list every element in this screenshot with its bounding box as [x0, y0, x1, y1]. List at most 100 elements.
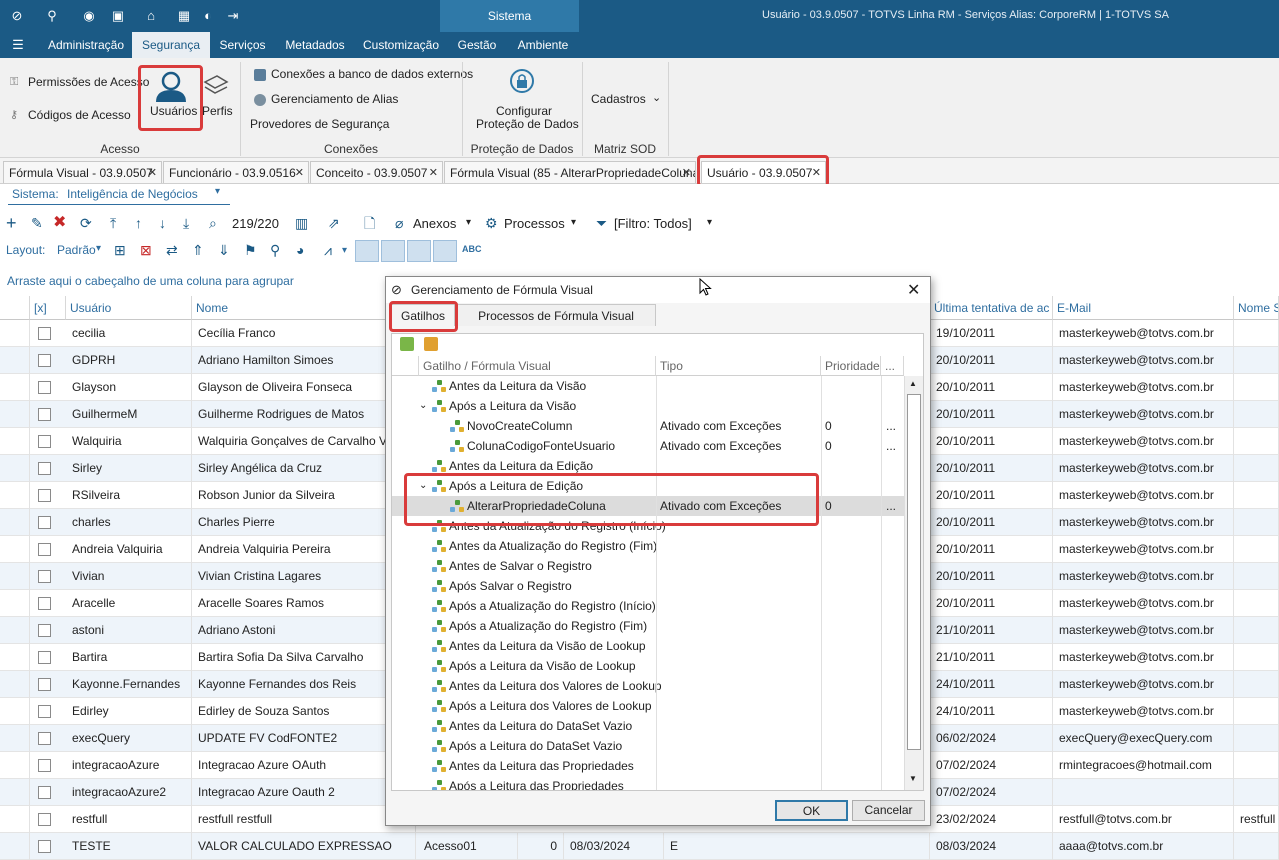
provedores-seguranca-button[interactable]: Provedores de Segurança	[250, 117, 389, 131]
more-column-header[interactable]: ...	[881, 356, 904, 376]
row-indicator[interactable]	[0, 536, 30, 563]
row-checkbox[interactable]	[38, 516, 51, 529]
menu-gestao[interactable]: Gestão	[449, 32, 505, 58]
row-checkbox[interactable]	[38, 840, 51, 853]
filtro-dropdown[interactable]: [Filtro: Todos]	[614, 216, 692, 231]
cancel-button[interactable]: Cancelar	[852, 800, 925, 821]
row-checkbox[interactable]	[38, 786, 51, 799]
prioridade-column-header[interactable]: Prioridade	[821, 356, 881, 376]
scroll-down-icon[interactable]: ▼	[909, 774, 917, 783]
nome-so-column-header[interactable]: Nome So	[1234, 296, 1279, 320]
more-options-button[interactable]: ...	[886, 436, 896, 456]
row-indicator[interactable]	[0, 401, 30, 428]
remove-row-icon[interactable]: ⊠	[140, 237, 152, 263]
color-icon[interactable]: ◕	[296, 237, 304, 263]
row-checkbox[interactable]	[38, 732, 51, 745]
chevron-down-icon[interactable]: ▾	[215, 186, 220, 197]
move-up-icon[interactable]: ⇑	[192, 237, 204, 263]
chevron-down-icon[interactable]: ⌄	[652, 91, 661, 104]
row-checkbox[interactable]	[38, 327, 51, 340]
layout-view-4-icon[interactable]	[433, 240, 457, 262]
last-record-icon[interactable]: ⤓	[183, 210, 189, 236]
menu-seguranca[interactable]: Segurança	[132, 32, 210, 58]
row-indicator[interactable]	[0, 752, 30, 779]
menu-ambiente[interactable]: Ambiente	[508, 32, 578, 58]
row-checkbox[interactable]	[38, 705, 51, 718]
swap-icon[interactable]: ⇄	[166, 237, 178, 263]
spellcheck-icon[interactable]: ABC	[462, 244, 482, 254]
ok-button[interactable]: OK	[775, 800, 848, 821]
tree-node[interactable]: ⌄ Após a Leitura da Visão	[392, 396, 904, 416]
row-indicator[interactable]	[0, 347, 30, 374]
next-record-icon[interactable]: ↓	[159, 210, 166, 236]
columns-icon[interactable]: ▥	[295, 210, 308, 236]
view-icon[interactable]: ◉	[81, 8, 97, 24]
chevron-down-icon[interactable]: ▾	[96, 243, 101, 254]
layout-view-3-icon[interactable]	[407, 240, 431, 262]
pin-icon[interactable]: ⚲	[270, 237, 280, 263]
chevron-down-icon[interactable]: ▾	[571, 217, 576, 228]
system-tab[interactable]: Sistema	[440, 0, 579, 32]
tree-node[interactable]: Antes da Leitura do DataSet Vazio	[392, 716, 904, 736]
row-checkbox[interactable]	[38, 651, 51, 664]
gear-icon[interactable]: ⚙	[485, 210, 498, 236]
tree-node[interactable]: Antes de Salvar o Registro	[392, 556, 904, 576]
tree-node[interactable]: Após a Atualização do Registro (Fim)	[392, 616, 904, 636]
row-indicator[interactable]	[0, 725, 30, 752]
close-icon[interactable]: ✕	[429, 162, 438, 183]
ultima-tentativa-column-header[interactable]: Última tentativa de ac	[930, 296, 1053, 320]
gatilho-column-header[interactable]: Gatilho / Fórmula Visual	[419, 356, 656, 376]
row-checkbox[interactable]	[38, 759, 51, 772]
home-icon[interactable]: ⌂	[143, 8, 159, 24]
row-checkbox[interactable]	[38, 624, 51, 637]
globe-icon[interactable]: ◐	[200, 8, 216, 24]
codigos-acesso-button[interactable]: Códigos de Acesso	[28, 108, 131, 122]
conexoes-externos-button[interactable]: Conexões a banco de dados externos	[271, 67, 473, 81]
tree-node[interactable]: Antes da Leitura das Propriedades	[392, 756, 904, 776]
menu-administracao[interactable]: Administração	[40, 32, 132, 58]
exit-icon[interactable]: ⇥	[225, 8, 241, 24]
tree-node[interactable]: NovoCreateColumn Ativado com Exceções 0...	[392, 416, 904, 436]
layout-view-2-icon[interactable]	[381, 240, 405, 262]
delete-icon[interactable]: ✖	[53, 210, 66, 236]
row-checkbox[interactable]	[38, 381, 51, 394]
paint-icon[interactable]: ⚑	[244, 237, 257, 263]
gerenciamento-alias-button[interactable]: Gerenciamento de Alias	[271, 92, 398, 106]
row-indicator[interactable]	[0, 590, 30, 617]
row-indicator[interactable]	[0, 374, 30, 401]
tree-node[interactable]: Antes da Atualização do Registro (Fim)	[392, 536, 904, 556]
row-checkbox[interactable]	[38, 543, 51, 556]
tab-processos-formula-visual[interactable]: Processos de Fórmula Visual	[456, 304, 656, 326]
tree-node[interactable]: Antes da Leitura da Visão de Lookup	[392, 636, 904, 656]
row-indicator[interactable]	[0, 779, 30, 806]
tree-scrollbar[interactable]: ▲ ▼	[904, 376, 923, 790]
hamburger-icon[interactable]: ☰	[10, 37, 26, 53]
row-indicator[interactable]	[0, 617, 30, 644]
previous-record-icon[interactable]: ↑	[135, 210, 142, 236]
row-checkbox[interactable]	[38, 435, 51, 448]
permissoes-acesso-button[interactable]: Permissões de Acesso	[28, 75, 149, 89]
row-indicator[interactable]	[0, 428, 30, 455]
anexos-dropdown[interactable]: Anexos	[413, 216, 456, 231]
row-indicator[interactable]	[0, 563, 30, 590]
layout-view-1-icon[interactable]	[355, 240, 379, 262]
document-icon[interactable]: 🗋	[364, 210, 375, 236]
export-icon[interactable]: ⇗	[328, 210, 340, 236]
row-indicator[interactable]	[0, 482, 30, 509]
usuario-column-header[interactable]: Usuário	[66, 296, 192, 320]
tree-node[interactable]: Após a Leitura dos Valores de Lookup	[392, 696, 904, 716]
configurar-protecao-line1[interactable]: Configurar	[496, 104, 552, 118]
attach-icon[interactable]: ⌀	[395, 210, 403, 236]
window-icon[interactable]: ▣	[110, 8, 126, 24]
table-row[interactable]: TESTE VALOR CALCULADO EXPRESSAO 08/03/2024…	[0, 833, 1279, 860]
row-indicator[interactable]	[0, 833, 30, 860]
cadastros-dropdown[interactable]: Cadastros	[591, 92, 646, 106]
refresh-icon[interactable]: ⟳	[80, 210, 92, 236]
close-icon[interactable]: ✕	[682, 162, 691, 183]
processos-dropdown[interactable]: Processos	[504, 216, 565, 231]
configurar-protecao-line2[interactable]: Proteção de Dados	[476, 117, 579, 131]
tree-node[interactable]: Antes da Leitura dos Valores de Lookup	[392, 676, 904, 696]
doc-tab-formula-visual[interactable]: Fórmula Visual - 03.9.0507 ✕	[3, 161, 162, 183]
row-checkbox[interactable]	[38, 813, 51, 826]
close-icon[interactable]: ✕	[907, 280, 920, 300]
